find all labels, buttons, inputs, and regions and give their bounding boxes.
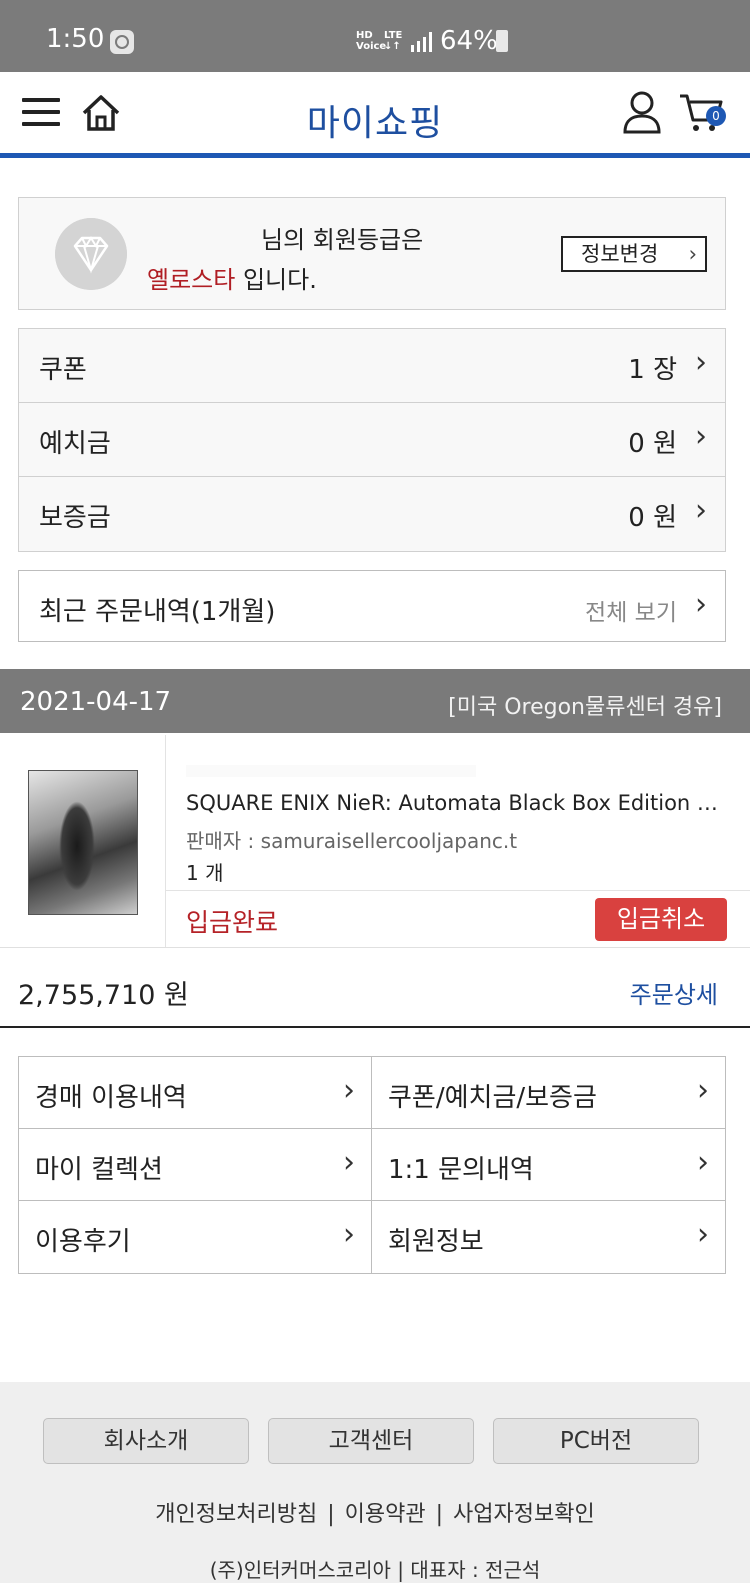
menu-auction-history[interactable]: 경매 이용내역 ›: [19, 1057, 372, 1129]
chevron-right-icon: ›: [695, 493, 707, 528]
deposit-row[interactable]: 예치금 0 원 ›: [19, 403, 725, 477]
member-grade-card: 님의 회원등급은 옐로스타 입니다. 정보변경 ›: [18, 197, 726, 310]
diamond-grade-icon: [55, 218, 127, 290]
product-thumbnail[interactable]: [28, 770, 138, 915]
divider: [166, 890, 750, 891]
notification-app-icon: [110, 30, 134, 54]
chevron-right-icon: ›: [695, 345, 707, 380]
payment-status: 입금완료: [186, 908, 279, 937]
chevron-right-icon: ›: [343, 1145, 355, 1180]
guarantee-row[interactable]: 보증금 0 원 ›: [19, 477, 725, 551]
chevron-right-icon: ›: [688, 242, 697, 266]
balance-list: 쿠폰 1 장 › 예치금 0 원 › 보증금 0 원 ›: [18, 328, 726, 552]
recent-orders-row[interactable]: 최근 주문내역(1개월) 전체 보기 ›: [18, 570, 726, 642]
chevron-right-icon: ›: [695, 587, 707, 622]
product-thumbnail-cell: [0, 735, 166, 947]
footer: 회사소개 고객센터 PC버전 개인정보처리방침 | 이용약관 | 사업자정보확인 (주)…: [0, 1382, 750, 1583]
member-grade-line: 옐로스타 입니다.: [147, 266, 317, 294]
chevron-right-icon: ›: [697, 1217, 709, 1252]
pc-version-button[interactable]: PC버전: [493, 1418, 699, 1464]
seller-info: 판매자 : samuraisellercooljapanc.t: [186, 829, 518, 853]
signal-strength-icon: [411, 32, 432, 52]
chevron-right-icon: ›: [697, 1145, 709, 1180]
chevron-right-icon: ›: [695, 419, 707, 454]
company-intro-button[interactable]: 회사소개: [43, 1418, 249, 1464]
customer-center-button[interactable]: 고객센터: [268, 1418, 474, 1464]
status-time: 1:50: [46, 24, 105, 54]
business-info-link[interactable]: 사업자정보확인: [453, 1502, 595, 1527]
app-header: 마이쇼핑: [0, 72, 750, 158]
footer-links: 개인정보처리방침 | 이용약관 | 사업자정보확인: [155, 1502, 595, 1527]
user-account-icon[interactable]: [622, 90, 662, 134]
member-grade-name: 옐로스타: [147, 266, 236, 294]
chevron-right-icon: ›: [343, 1073, 355, 1108]
order-detail-link[interactable]: 주문상세: [630, 975, 718, 1010]
order-total-amount: 2,755,710 원: [18, 980, 189, 1011]
menu-inquiry-history[interactable]: 1:1 문의내역 ›: [372, 1129, 725, 1201]
menu-member-info[interactable]: 회원정보 ›: [372, 1201, 725, 1273]
shipping-route: [미국 Oregon물류센터 경유]: [448, 695, 722, 720]
order-header: 2021-04-17 [미국 Oregon물류센터 경유]: [0, 669, 750, 733]
cancel-payment-button[interactable]: 입금취소: [595, 898, 727, 941]
view-all-link[interactable]: 전체 보기: [585, 593, 677, 627]
item-quantity: 1 개: [186, 861, 224, 885]
company-info: (주)인터커머스코리아 | 대표자 : 전근석: [209, 1558, 541, 1582]
chevron-right-icon: ›: [343, 1217, 355, 1252]
order-item[interactable]: SQUARE ENIX NieR: Automata Black Box Edi…: [0, 735, 750, 948]
privacy-policy-link[interactable]: 개인정보처리방침: [155, 1502, 317, 1527]
lte-indicator: LTE ↓↑: [384, 30, 403, 52]
product-title[interactable]: SQUARE ENIX NieR: Automata Black Box Edi…: [186, 791, 726, 815]
chevron-right-icon: ›: [697, 1073, 709, 1108]
order-total-row: 2,755,710 원 주문상세: [0, 948, 750, 1028]
redacted-username: [143, 228, 261, 254]
redacted-text: [186, 765, 476, 777]
cart-count-badge: 0: [706, 106, 726, 126]
status-bar: 1:50 HD Voice LTE ↓↑ 64%: [0, 0, 750, 72]
mypage-menu-grid: 경매 이용내역 › 쿠폰/예치금/보증금 › 마이 컬렉션 › 1:1 문의내역…: [18, 1056, 726, 1274]
hd-voice-indicator: HD Voice: [356, 30, 387, 52]
menu-reviews[interactable]: 이용후기 ›: [19, 1201, 372, 1273]
battery-icon: [496, 30, 508, 52]
member-grade-text: 님의 회원등급은: [143, 220, 423, 255]
coupon-row[interactable]: 쿠폰 1 장 ›: [19, 329, 725, 403]
terms-link[interactable]: 이용약관: [345, 1502, 426, 1527]
order-date: 2021-04-17: [20, 687, 172, 717]
menu-coupon-deposit[interactable]: 쿠폰/예치금/보증금 ›: [372, 1057, 725, 1129]
battery-level: 64%: [440, 26, 498, 56]
menu-my-collection[interactable]: 마이 컬렉션 ›: [19, 1129, 372, 1201]
edit-info-button[interactable]: 정보변경 ›: [561, 236, 707, 272]
recent-orders-label: 최근 주문내역(1개월): [39, 597, 276, 627]
